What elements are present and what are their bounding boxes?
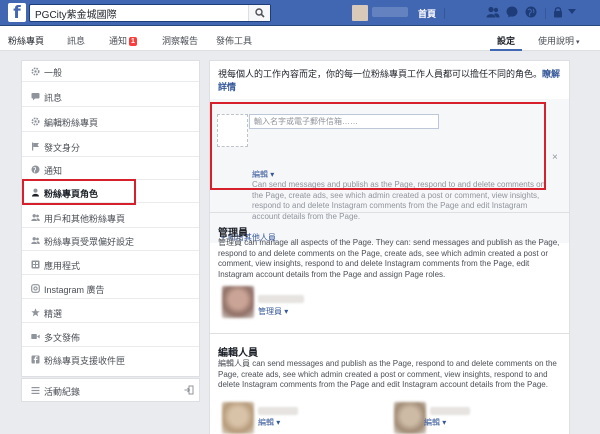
divider <box>545 8 546 19</box>
member-name-blurred[interactable] <box>258 407 298 415</box>
member-name-blurred[interactable] <box>430 407 470 415</box>
people-icon <box>31 213 40 222</box>
sidebar-item-edit-page[interactable]: 編輯粉絲專頁 <box>22 111 199 132</box>
search-icon <box>255 8 265 18</box>
tab-insights[interactable]: 洞察報告 <box>162 34 198 47</box>
sidebar-item-label: 發文身分 <box>44 143 81 153</box>
privacy-lock-icon[interactable] <box>553 6 563 18</box>
sidebar-item-activity-log[interactable]: 活動紀錄 <box>22 380 199 401</box>
close-icon[interactable]: × <box>552 152 558 163</box>
sidebar-item-people-and-other-pages[interactable]: 用戶和其他粉絲專頁 <box>22 207 199 228</box>
sidebar-item-label: 訊息 <box>44 93 63 103</box>
profile-name-blurred[interactable] <box>372 7 408 17</box>
divider <box>210 333 569 334</box>
avatar[interactable] <box>394 402 426 434</box>
tab-page[interactable]: 粉絲專頁 <box>8 34 44 47</box>
page-roles-intro: 視每個人的工作內容而定，你的每一位粉絲專頁工作人員都可以擔任不同的角色。瞭解詳情 <box>218 68 563 94</box>
profile-avatar[interactable] <box>352 5 368 21</box>
sidebar-item-label: 粉絲專頁受眾偏好設定 <box>44 237 135 247</box>
home-link[interactable]: 首頁 <box>418 7 436 20</box>
avatar[interactable] <box>222 286 254 318</box>
chevron-down-icon: ▾ <box>282 307 289 316</box>
sidebar-item-label: 通知 <box>44 166 63 176</box>
tab-publishing-tools[interactable]: 發佈工具 <box>216 34 252 47</box>
search-box <box>29 4 271 22</box>
help-menu-label: 使用說明 <box>538 36 575 46</box>
messages-icon[interactable] <box>506 6 518 18</box>
video-icon <box>31 332 40 341</box>
chevron-down-icon: ▾ <box>576 39 580 46</box>
sidebar-item-label: 一般 <box>44 68 63 78</box>
member-name-blurred[interactable] <box>258 295 304 303</box>
admin-role-dropdown[interactable]: 管理員 ▾ <box>258 306 288 317</box>
message-icon <box>31 92 40 101</box>
apps-icon <box>31 260 40 269</box>
top-navigation-bar: f 首頁 <box>0 0 600 26</box>
editors-description: 編輯人員 can send messages and publish as th… <box>218 359 557 389</box>
settings-sidebar: 一般 訊息 編輯粉絲專頁 發文身分 通知 粉絲專頁角色 用戶和其他粉絲專頁 粉絲… <box>21 60 200 377</box>
gear-icon <box>31 117 40 126</box>
list-icon <box>31 386 40 395</box>
avatar[interactable] <box>222 402 254 434</box>
account-menu-caret-icon[interactable] <box>568 9 576 15</box>
people-icon <box>31 236 40 245</box>
tab-messages[interactable]: 訊息 <box>67 34 85 47</box>
page-tab-bar: 粉絲專頁 訊息 通知 1 洞察報告 發佈工具 設定 使用說明 ▾ <box>0 26 600 51</box>
sidebar-item-label: 活動紀錄 <box>44 387 81 397</box>
activity-log-panel: 活動紀錄 <box>21 378 200 402</box>
tab-settings[interactable]: 設定 <box>497 34 515 47</box>
tab-notifications-label: 通知 <box>109 36 128 46</box>
role-label: 編輯 <box>424 418 440 427</box>
enter-arrow-icon <box>184 385 194 397</box>
sidebar-item-label: 應用程式 <box>44 261 81 271</box>
chevron-down-icon: ▾ <box>274 418 281 427</box>
sidebar-item-featured[interactable]: 精選 <box>22 302 199 323</box>
search-input[interactable] <box>30 5 248 21</box>
sidebar-item-apps[interactable]: 應用程式 <box>22 254 199 275</box>
sidebar-item-instagram-ads[interactable]: Instagram 廣告 <box>22 278 199 299</box>
role-label: 編輯 <box>258 418 274 427</box>
divider <box>210 212 569 213</box>
admins-heading: 管理員 <box>218 228 248 239</box>
sidebar-item-label: Instagram 廣告 <box>44 285 105 295</box>
sidebar-item-label: 多文發佈 <box>44 333 81 343</box>
sidebar-item-label: 用戶和其他粉絲專頁 <box>44 214 126 224</box>
sidebar-item-notifications[interactable]: 通知 <box>22 159 199 180</box>
globe-icon <box>31 165 40 174</box>
role-label: 管理員 <box>258 307 282 316</box>
flag-icon <box>31 142 40 151</box>
tab-notifications[interactable]: 通知 1 <box>109 34 137 47</box>
sidebar-item-general[interactable]: 一般 <box>22 61 199 82</box>
facebook-logo-icon[interactable]: f <box>8 3 26 22</box>
search-button[interactable] <box>248 5 270 21</box>
editor-role-dropdown[interactable]: 編輯 ▾ <box>258 417 280 428</box>
notification-count-badge: 1 <box>129 37 137 46</box>
chevron-down-icon: ▾ <box>440 418 447 427</box>
active-tab-indicator <box>490 49 522 51</box>
divider <box>444 8 445 19</box>
star-icon <box>31 308 40 317</box>
sidebar-item-crossposting[interactable]: 多文發佈 <box>22 326 199 347</box>
editor-role-dropdown[interactable]: 編輯 ▾ <box>424 417 446 428</box>
sidebar-item-label: 編輯粉絲專頁 <box>44 118 99 128</box>
help-menu-button[interactable]: 使用說明 ▾ <box>538 34 580 47</box>
sidebar-item-support-inbox[interactable]: 粉絲專頁支援收件匣 <box>22 349 199 370</box>
highlight-box-assign-role <box>210 102 546 190</box>
sidebar-item-post-attribution[interactable]: 發文身分 <box>22 136 199 157</box>
gear-icon <box>31 67 40 76</box>
sidebar-item-audience-preferences[interactable]: 粉絲專頁受眾偏好設定 <box>22 230 199 251</box>
friend-requests-icon[interactable] <box>486 6 500 18</box>
globe-notifications-icon[interactable] <box>525 6 537 18</box>
sidebar-item-messaging[interactable]: 訊息 <box>22 86 199 107</box>
admins-description: 管理員 can manage all aspects of the Page. … <box>218 238 560 279</box>
highlight-box-page-roles <box>22 179 136 205</box>
editors-heading: 編輯人員 <box>218 348 258 359</box>
sidebar-item-label: 粉絲專頁支援收件匣 <box>44 356 126 366</box>
fb-icon <box>31 355 40 364</box>
sidebar-item-label: 精選 <box>44 309 63 319</box>
intro-text: 視每個人的工作內容而定，你的每一位粉絲專頁工作人員都可以擔任不同的角色。 <box>218 69 543 79</box>
instagram-icon <box>31 284 40 293</box>
